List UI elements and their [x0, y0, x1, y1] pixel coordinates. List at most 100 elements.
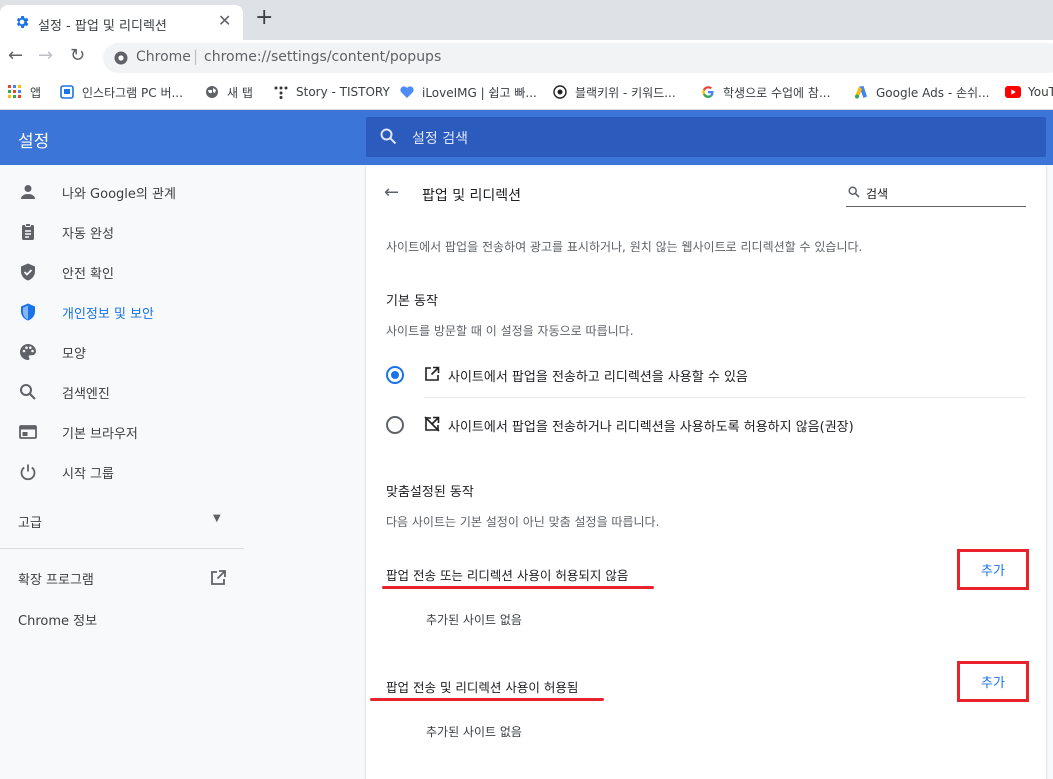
default-behavior-subtitle: 사이트를 방문할 때 이 설정을 자동으로 따릅니다.: [386, 324, 634, 338]
close-icon[interactable]: ✕: [218, 11, 231, 30]
radio-allow-selected[interactable]: [386, 366, 404, 384]
settings-search-input[interactable]: 설정 검색: [366, 117, 1046, 157]
bookmark-label: 학생으로 수업에 참...: [723, 85, 831, 100]
palette-icon: [20, 344, 36, 360]
about-label: Chrome 정보: [18, 614, 98, 629]
page-title: 설정: [18, 132, 50, 152]
new-tab-button[interactable]: +: [255, 5, 273, 30]
custom-behavior-heading: 맞춤설정된 동작: [386, 485, 474, 500]
search-placeholder: 설정 검색: [412, 131, 468, 147]
chrome-icon: [114, 51, 128, 65]
radio-block[interactable]: [386, 416, 404, 434]
globe-icon: [206, 86, 218, 98]
browser-icon: [19, 425, 37, 439]
sidebar-item-label: 모양: [62, 346, 86, 362]
option-allow-popups[interactable]: 사이트에서 팝업을 전송하고 리디렉션을 사용할 수 있음: [384, 362, 1024, 386]
sidebar-item-search-engine[interactable]: 검색엔진: [0, 374, 244, 410]
clipboard-icon: [22, 223, 34, 240]
tab-title: 설정 - 팝업 및 리디렉션: [38, 19, 167, 34]
option-block-popups[interactable]: 사이트에서 팝업을 전송하거나 리디렉션을 사용하도록 허용하지 않음(권장): [384, 412, 1024, 436]
popups-settings-card: ← 팝업 및 리디렉션 검색 사이트에서 팝업을 전송하여 광고를 표시하거나,…: [366, 165, 1046, 779]
allowed-empty-label: 추가된 사이트 없음: [426, 725, 522, 739]
option-divider: [424, 397, 1026, 398]
bookmark-label: 새 탭: [227, 85, 253, 100]
sidebar-item-label: 나와 Google의 관계: [62, 186, 176, 202]
sidebar-item-startup[interactable]: 시작 그룹: [0, 454, 244, 490]
sidebar-item-appearance[interactable]: 모양: [0, 334, 244, 370]
option-allow-label: 사이트에서 팝업을 전송하고 리디렉션을 사용할 수 있음: [448, 370, 748, 385]
bookmark-iloveimg[interactable]: iLoveIMG | 쉽고 빠...: [400, 82, 537, 102]
sidebar-item-label: 자동 완성: [62, 226, 114, 242]
gear-icon: [16, 16, 29, 28]
blocked-empty-label: 추가된 사이트 없음: [426, 613, 522, 627]
bookmark-apps[interactable]: 앱: [8, 82, 41, 102]
subpage-search-input[interactable]: 검색: [846, 180, 1026, 207]
bookmark-label: Google Ads - 손쉬...: [876, 85, 990, 100]
forward-icon[interactable]: →: [38, 45, 53, 66]
open-in-new-icon: [211, 570, 226, 585]
address-bar[interactable]: Chrome | chrome://settings/content/popup…: [103, 43, 1053, 73]
omnibox-url: chrome://settings/content/popups: [204, 49, 442, 65]
person-icon: [21, 185, 35, 199]
google-g-icon: [702, 86, 714, 98]
sidebar-about-chrome[interactable]: Chrome 정보: [0, 601, 244, 637]
bookmark-label: YouT: [1028, 85, 1053, 99]
sidebar-item-label: 개인정보 및 보안: [62, 306, 154, 322]
search-icon: [380, 128, 397, 145]
bookmark-youtube[interactable]: YouT: [1005, 82, 1053, 102]
subpage-title: 팝업 및 리디렉션: [422, 188, 522, 204]
google-ads-icon: [855, 86, 867, 99]
back-icon[interactable]: ←: [8, 45, 23, 66]
allowed-section-heading: 팝업 전송 및 리디렉션 사용이 허용됨: [386, 680, 579, 695]
bookmark-label: 블랙키위 - 키워드...: [575, 85, 676, 100]
sidebar-extensions[interactable]: 확장 프로그램: [0, 560, 244, 596]
tistory-icon: [274, 86, 288, 99]
reload-icon[interactable]: ↻: [70, 45, 85, 66]
red-underline-annotation: [370, 698, 604, 701]
sidebar-advanced[interactable]: 고급 ▼: [0, 502, 244, 538]
add-allowed-site-button[interactable]: 추가: [961, 665, 1025, 698]
instagram-bookmark-icon: [60, 85, 74, 99]
search-icon: [848, 186, 860, 198]
popup-blocked-icon: [424, 416, 440, 432]
sidebar-item-label: 안전 확인: [62, 266, 114, 282]
youtube-icon: [1005, 86, 1021, 98]
tab-strip: 설정 - 팝업 및 리디렉션 ✕ +: [0, 0, 1053, 40]
bookmark-blackkiwi[interactable]: 블랙키위 - 키워드...: [553, 82, 676, 102]
sidebar-item-label: 시작 그룹: [62, 466, 114, 482]
sidebar-item-default-browser[interactable]: 기본 브라우저: [0, 414, 244, 450]
page-description: 사이트에서 팝업을 전송하여 광고를 표시하거나, 원치 않는 웹사이트로 리디…: [386, 240, 863, 254]
bookmark-instagram[interactable]: 인스타그램 PC 버...: [60, 82, 183, 102]
bookmark-tistory[interactable]: Story - TISTORY: [274, 82, 390, 102]
sidebar: 나와 Google의 관계 자동 완성 안전 확인 개인정보 및 보안 모양 검…: [0, 165, 244, 779]
sidebar-item-label: 기본 브라우저: [62, 426, 138, 442]
iloveimg-icon: [400, 86, 414, 98]
blocked-section-heading: 팝업 전송 또는 리디렉션 사용이 허용되지 않음: [386, 568, 629, 583]
tab-settings[interactable]: 설정 - 팝업 및 리디렉션 ✕: [0, 5, 243, 40]
apps-grid-icon: [8, 85, 21, 98]
sidebar-item-google[interactable]: 나와 Google의 관계: [0, 174, 244, 210]
extensions-label: 확장 프로그램: [18, 573, 94, 588]
toolbar: ← → ↻ Chrome | chrome://settings/content…: [0, 40, 1053, 77]
sidebar-item-autofill[interactable]: 자동 완성: [0, 214, 244, 250]
settings-header: 설정 설정 검색: [0, 110, 1053, 165]
search-icon: [20, 384, 36, 400]
sidebar-item-safety-check[interactable]: 안전 확인: [0, 254, 244, 290]
bookmarks-bar: 앱 인스타그램 PC 버... 새 탭 Story - TISTORY iLov…: [0, 77, 1053, 110]
bookmark-label: Story - TISTORY: [296, 85, 390, 99]
bookmark-google-ads[interactable]: Google Ads - 손쉬...: [854, 82, 989, 102]
bookmark-label: 앱: [30, 85, 42, 100]
omnibox-separator: |: [193, 47, 199, 65]
bookmark-google-classroom[interactable]: 학생으로 수업에 참...: [701, 82, 830, 102]
custom-behavior-subtitle: 다음 사이트는 기본 설정이 아닌 맞춤 설정을 따릅니다.: [386, 515, 660, 529]
sidebar-item-label: 검색엔진: [62, 386, 110, 402]
option-block-label: 사이트에서 팝업을 전송하거나 리디렉션을 사용하도록 허용하지 않음(권장): [448, 420, 854, 435]
chevron-down-icon: ▼: [213, 513, 221, 524]
sidebar-divider: [0, 548, 244, 549]
sidebar-item-privacy[interactable]: 개인정보 및 보안: [0, 294, 244, 330]
omnibox-site-label: Chrome: [136, 49, 191, 65]
shield-check-icon: [21, 263, 35, 281]
add-blocked-site-button[interactable]: 추가: [961, 553, 1025, 586]
back-arrow-icon[interactable]: ←: [384, 182, 399, 203]
bookmark-new-tab[interactable]: 새 탭: [205, 82, 253, 102]
